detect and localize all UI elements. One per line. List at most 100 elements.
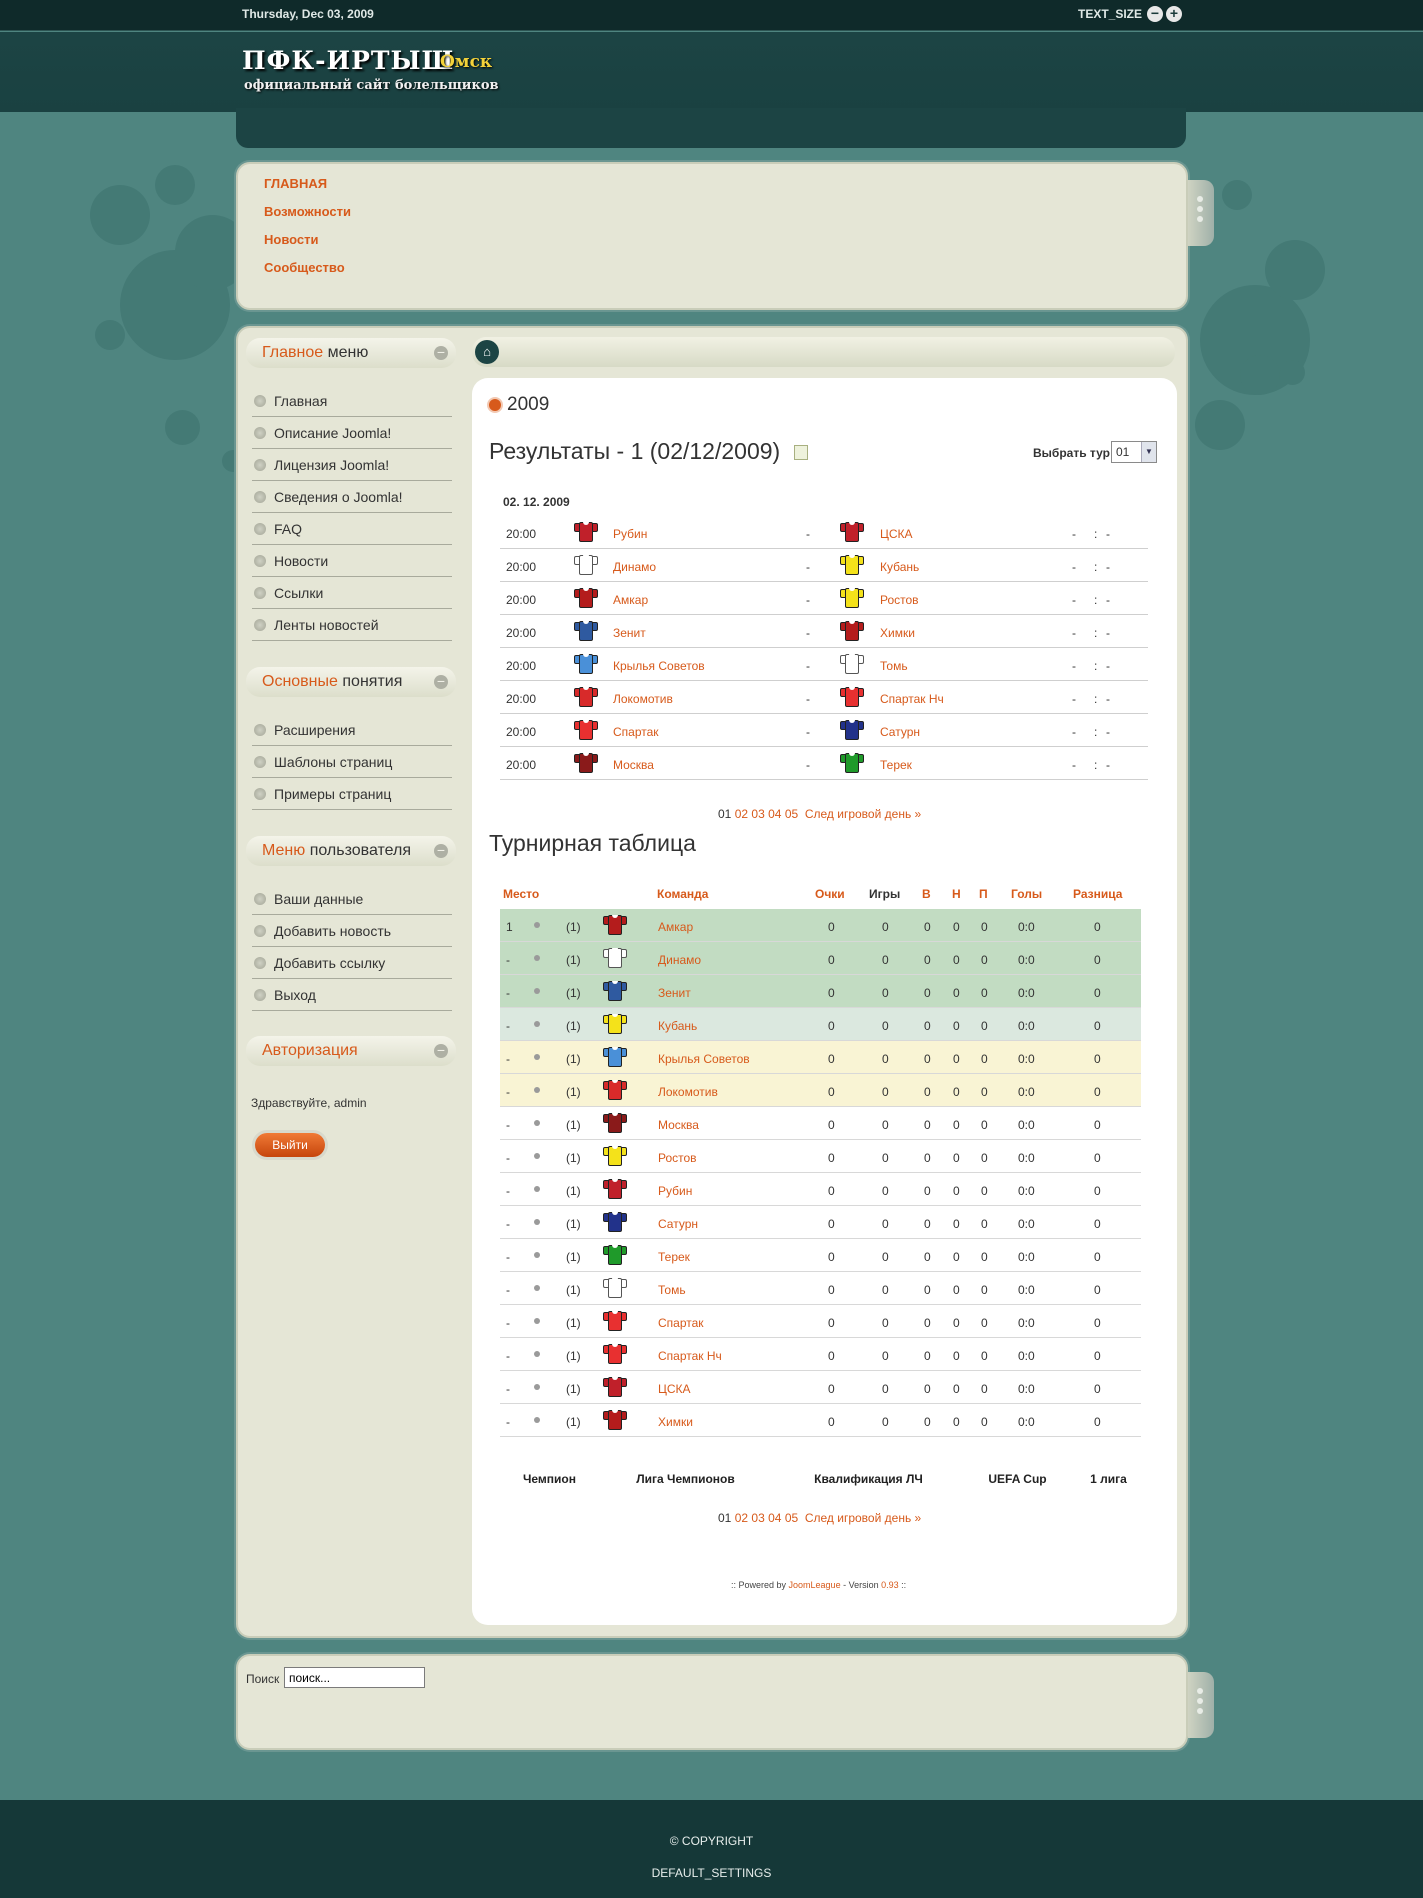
- home-team-link[interactable]: Рубин: [613, 527, 647, 541]
- away-team-link[interactable]: Томь: [880, 659, 908, 673]
- score-home: -: [1072, 758, 1076, 772]
- pager-page-05[interactable]: 05: [785, 807, 798, 821]
- header-place[interactable]: Место: [503, 887, 539, 901]
- menu-item-joomla-license[interactable]: Лицензия Joomla!: [252, 450, 452, 481]
- team-goals: 0:0: [1018, 920, 1035, 934]
- menu-item-joomla-description[interactable]: Описание Joomla!: [252, 418, 452, 449]
- away-team-link[interactable]: Ростов: [880, 593, 919, 607]
- team-link[interactable]: ЦСКА: [658, 1382, 691, 1396]
- header-wins[interactable]: В: [922, 887, 931, 901]
- home-team-link[interactable]: Крылья Советов: [613, 659, 705, 673]
- pager-page-04[interactable]: 04: [768, 1511, 781, 1525]
- menu-item-submit-link[interactable]: Добавить ссылку: [252, 948, 452, 979]
- round-select[interactable]: 01 ▼: [1111, 441, 1157, 463]
- score-separator: :: [1094, 593, 1098, 607]
- menu-item-faq[interactable]: FAQ: [252, 514, 452, 545]
- team-link[interactable]: Спартак: [658, 1316, 704, 1330]
- menu-item-your-details[interactable]: Ваши данные: [252, 884, 452, 915]
- header-goals[interactable]: Голы: [1011, 887, 1042, 901]
- team-games: 0: [882, 953, 889, 967]
- top-menu-item-community[interactable]: Сообщество: [264, 260, 345, 275]
- top-menu-item-home[interactable]: ГЛАВНАЯ: [264, 176, 327, 191]
- away-team-link[interactable]: Химки: [880, 626, 915, 640]
- top-menu-item-news[interactable]: Новости: [264, 232, 319, 247]
- away-team-shirt-icon: [840, 687, 864, 707]
- home-team-link[interactable]: Москва: [613, 758, 654, 772]
- away-team-link[interactable]: Кубань: [880, 560, 919, 574]
- header-points[interactable]: Очки: [815, 887, 845, 901]
- menu-item-news[interactable]: Новости: [252, 546, 452, 577]
- default-settings-link[interactable]: DEFAULT_SETTINGS: [0, 1866, 1423, 1880]
- away-team-link[interactable]: Сатурн: [880, 725, 920, 739]
- search-panel-handle[interactable]: [1188, 1672, 1214, 1738]
- team-link[interactable]: Томь: [658, 1283, 686, 1297]
- home-team-link[interactable]: Локомотив: [613, 692, 673, 706]
- away-team-link[interactable]: Терек: [880, 758, 912, 772]
- team-link[interactable]: Спартак Нч: [658, 1349, 722, 1363]
- team-losses: 0: [981, 1151, 988, 1165]
- menu-item-examples[interactable]: Примеры страниц: [252, 779, 452, 810]
- collapse-icon[interactable]: −: [434, 345, 448, 360]
- score-away: -: [1106, 725, 1110, 739]
- menu-item-feeds[interactable]: Ленты новостей: [252, 610, 452, 641]
- header-diff[interactable]: Разница: [1073, 887, 1122, 901]
- team-place: -: [506, 1118, 510, 1132]
- pager-page-03[interactable]: 03: [751, 807, 764, 821]
- team-link[interactable]: Динамо: [658, 953, 701, 967]
- team-link[interactable]: Крылья Советов: [658, 1052, 750, 1066]
- away-team-link[interactable]: ЦСКА: [880, 527, 913, 541]
- team-goals: 0:0: [1018, 1250, 1035, 1264]
- team-link[interactable]: Ростов: [658, 1151, 697, 1165]
- team-link[interactable]: Зенит: [658, 986, 691, 1000]
- header-losses[interactable]: П: [979, 887, 988, 901]
- team-link[interactable]: Химки: [658, 1415, 693, 1429]
- text-size-increase-button[interactable]: +: [1166, 6, 1182, 22]
- joomleague-link[interactable]: JoomLeague: [789, 1580, 841, 1590]
- pager-next[interactable]: След игровой день »: [805, 807, 921, 821]
- home-team-shirt-icon: [574, 654, 598, 674]
- team-link[interactable]: Рубин: [658, 1184, 692, 1198]
- menu-item-joomla-info[interactable]: Сведения о Joomla!: [252, 482, 452, 513]
- pager-page-05[interactable]: 05: [785, 1511, 798, 1525]
- collapse-icon[interactable]: −: [434, 674, 448, 689]
- logout-button[interactable]: Выйти: [255, 1133, 325, 1157]
- team-link[interactable]: Амкар: [658, 920, 693, 934]
- team-link[interactable]: Терек: [658, 1250, 690, 1264]
- header-draws[interactable]: Н: [952, 887, 961, 901]
- team-link[interactable]: Москва: [658, 1118, 699, 1132]
- pager-page-02[interactable]: 02: [735, 1511, 748, 1525]
- home-team-link[interactable]: Спартак: [613, 725, 659, 739]
- menu-item-home[interactable]: Главная: [252, 386, 452, 417]
- home-team-link[interactable]: Динамо: [613, 560, 656, 574]
- team-games: 0: [882, 1118, 889, 1132]
- collapse-icon[interactable]: −: [434, 843, 448, 858]
- team-wins: 0: [924, 1085, 931, 1099]
- pager-page-02[interactable]: 02: [735, 807, 748, 821]
- away-team-link[interactable]: Спартак Нч: [880, 692, 944, 706]
- menu-item-logout[interactable]: Выход: [252, 980, 452, 1011]
- collapse-icon[interactable]: −: [434, 1043, 448, 1058]
- pager-page-04[interactable]: 04: [768, 807, 781, 821]
- home-team-link[interactable]: Амкар: [613, 593, 648, 607]
- menu-item-submit-news[interactable]: Добавить новость: [252, 916, 452, 947]
- search-input[interactable]: [284, 1667, 425, 1688]
- menu-item-links[interactable]: Ссылки: [252, 578, 452, 609]
- home-team-link[interactable]: Зенит: [613, 626, 646, 640]
- team-diff: 0: [1094, 920, 1101, 934]
- top-menu-handle[interactable]: [1188, 180, 1214, 246]
- team-link[interactable]: Сатурн: [658, 1217, 698, 1231]
- edit-icon[interactable]: [794, 445, 808, 460]
- pager-next[interactable]: След игровой день »: [805, 1511, 921, 1525]
- team-shirt-icon: [603, 915, 627, 935]
- menu-item-templates[interactable]: Шаблоны страниц: [252, 747, 452, 778]
- team-draws: 0: [953, 986, 960, 1000]
- header-team[interactable]: Команда: [657, 887, 708, 901]
- team-link[interactable]: Локомотив: [658, 1085, 718, 1099]
- text-size-decrease-button[interactable]: −: [1147, 6, 1163, 22]
- pager-page-03[interactable]: 03: [751, 1511, 764, 1525]
- menu-item-extensions[interactable]: Расширения: [252, 715, 452, 746]
- team-link[interactable]: Кубань: [658, 1019, 697, 1033]
- score-away: -: [1106, 527, 1110, 541]
- top-menu-item-features[interactable]: Возможности: [264, 204, 351, 219]
- home-icon[interactable]: ⌂: [475, 340, 499, 364]
